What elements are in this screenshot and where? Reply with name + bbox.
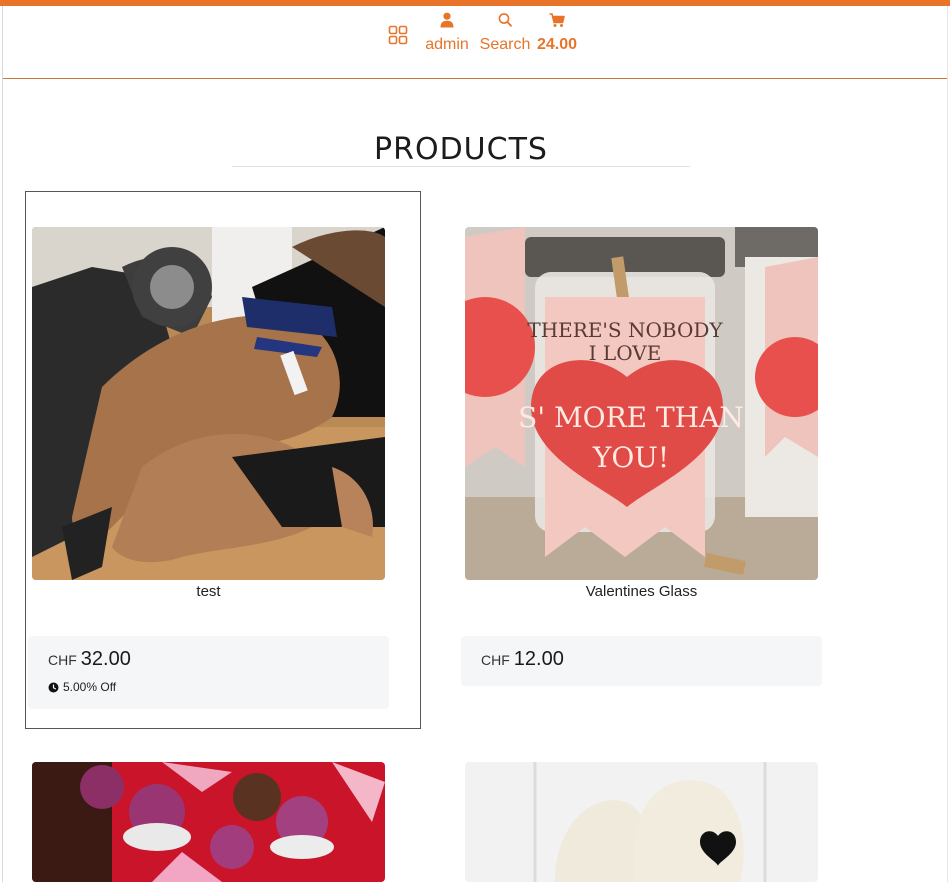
- account-button[interactable]: admin: [421, 12, 473, 54]
- price-panel: CHF 12.00: [461, 636, 822, 686]
- currency-label: CHF: [48, 652, 77, 668]
- account-label: admin: [425, 36, 469, 53]
- product-card-3[interactable]: [26, 762, 420, 882]
- product-photo: THERE'S NOBODY I LOVE S' MORE THAN YOU!: [465, 227, 818, 580]
- product-image-3[interactable]: [32, 762, 385, 882]
- user-icon: [440, 12, 454, 28]
- search-label: Search: [479, 36, 531, 53]
- price-line: CHF 32.00: [48, 648, 131, 671]
- cart-button[interactable]: 24.00: [533, 12, 581, 54]
- categories-menu-button[interactable]: [387, 25, 409, 47]
- svg-text:YOU!: YOU!: [592, 441, 669, 474]
- search-icon: [498, 13, 512, 27]
- product-photo: [32, 227, 385, 580]
- price-panel: CHF 32.00 5.00% Off: [28, 636, 389, 709]
- price-value: 12.00: [513, 648, 564, 670]
- product-image-test[interactable]: [32, 227, 385, 580]
- svg-text:I LOVE: I LOVE: [589, 341, 662, 365]
- discount-badge: 5.00% Off: [48, 680, 116, 694]
- product-image-valentines-glass[interactable]: THERE'S NOBODY I LOVE S' MORE THAN YOU!: [465, 227, 818, 580]
- product-name[interactable]: Valentines Glass: [465, 583, 818, 600]
- product-name[interactable]: test: [32, 583, 385, 600]
- page-title: PRODUCTS: [374, 132, 548, 168]
- nav-divider: [3, 78, 947, 79]
- product-image-4[interactable]: [465, 762, 818, 882]
- cart-total: 24.00: [536, 36, 578, 53]
- frame-border-left: [2, 6, 3, 882]
- cart-icon: [549, 13, 565, 27]
- frame-border-right: [947, 6, 948, 882]
- product-card-test[interactable]: test CHF 32.00 5.00% Off: [25, 191, 421, 729]
- title-divider: [232, 166, 690, 167]
- price-line: CHF 12.00: [481, 648, 564, 671]
- discount-text: 5.00% Off: [63, 680, 117, 694]
- svg-text:THERE'S NOBODY: THERE'S NOBODY: [527, 318, 723, 342]
- product-card-4[interactable]: [459, 762, 853, 882]
- search-button[interactable]: Search: [477, 12, 533, 54]
- grid-icon: [388, 25, 408, 45]
- clock-icon: [48, 682, 59, 693]
- product-photo: [465, 762, 818, 882]
- product-card-valentines-glass[interactable]: THERE'S NOBODY I LOVE S' MORE THAN YOU! …: [459, 192, 853, 728]
- currency-label: CHF: [481, 652, 510, 668]
- svg-text:S' MORE THAN: S' MORE THAN: [518, 401, 744, 434]
- product-photo: [32, 762, 385, 882]
- price-value: 32.00: [80, 648, 131, 670]
- top-navigation: admin Search 24.00: [3, 6, 947, 78]
